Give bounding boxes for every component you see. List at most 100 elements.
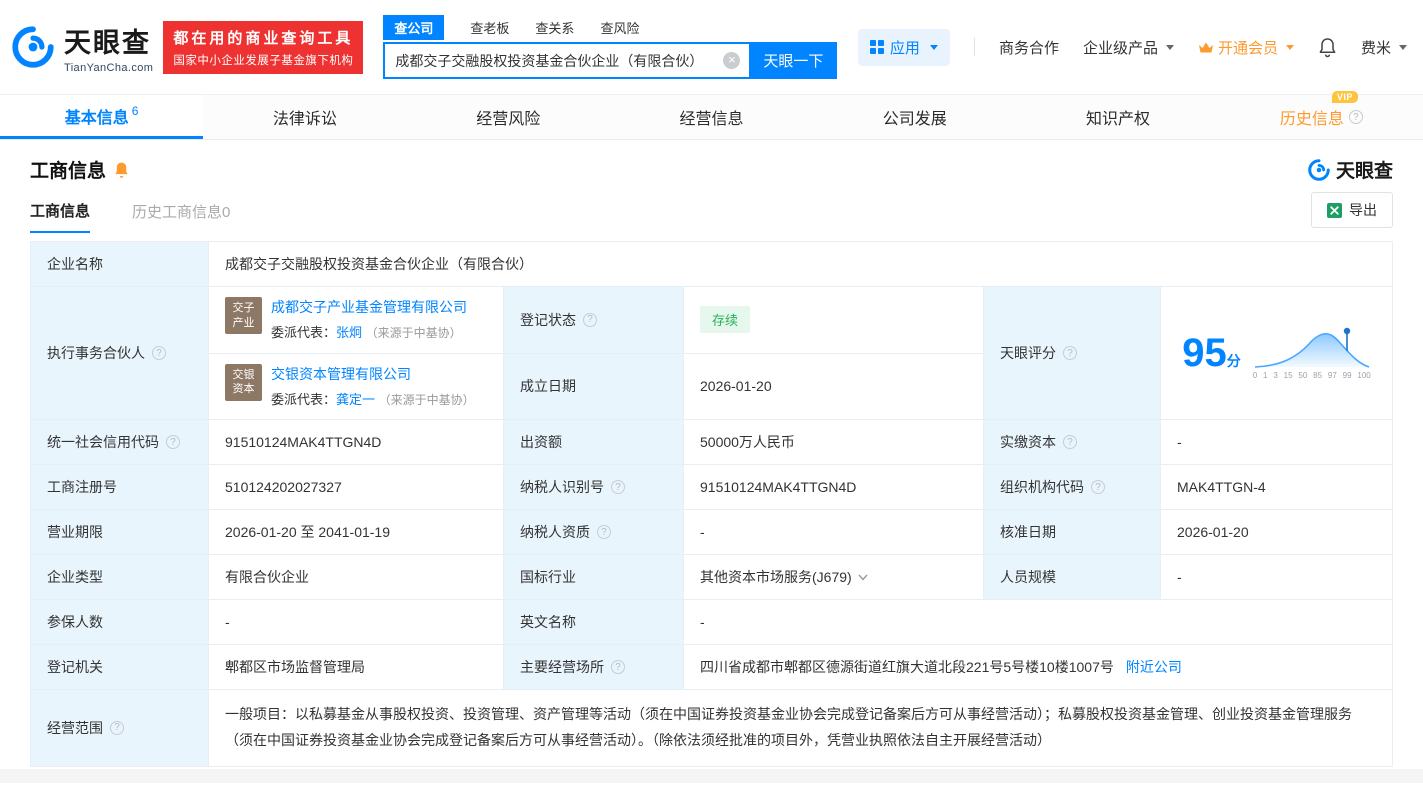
value-tax-qualification: - (684, 510, 984, 555)
page-bottom-strip (0, 769, 1423, 783)
subtab-business-info[interactable]: 工商信息 (30, 188, 90, 233)
help-icon[interactable] (597, 525, 611, 539)
page: 天眼查 TianYanCha.com 都在用的商业查询工具 国家中小企业发展子基… (0, 0, 1423, 802)
tab-legal-label: 法律诉讼 (273, 105, 337, 129)
score-axis-ticks: 0131550859799100 (1253, 371, 1371, 380)
partner-representative: 委派代表：龚定一 （来源于中基协） (271, 390, 475, 410)
vip-badge: VIP (1332, 91, 1358, 103)
help-icon[interactable] (1091, 480, 1105, 494)
nav-enterprise-products[interactable]: 企业级产品 (1083, 37, 1174, 58)
label-text: 登记状态 (520, 310, 576, 330)
subtab-history-business-info[interactable]: 历史工商信息0 (132, 189, 230, 232)
watermark-brand: 天眼查 (1307, 156, 1393, 183)
value-company-name: 成都交子交融股权投资基金合伙企业（有限合伙） (209, 242, 1393, 287)
help-icon[interactable] (110, 721, 124, 735)
help-icon[interactable] (152, 346, 166, 360)
export-button[interactable]: 导出 (1311, 192, 1393, 228)
help-icon[interactable] (1063, 346, 1077, 360)
label-text: 核准日期 (1000, 522, 1056, 542)
score-number: 95 (1182, 331, 1227, 375)
label-text: 执行事务合伙人 (47, 343, 145, 363)
label-paid-capital: 实缴资本 (984, 420, 1161, 465)
tab-intellectual-property[interactable]: 知识产权 (1016, 95, 1219, 139)
value-english-name: - (684, 600, 1393, 645)
tab-basic-info[interactable]: 基本信息 6 (0, 95, 203, 139)
search-button[interactable]: 天眼一下 (749, 42, 837, 79)
history-label-wrap: 历史信息 VIP (1280, 105, 1344, 129)
help-icon[interactable] (583, 313, 597, 327)
nav-open-vip[interactable]: 开通会员 (1198, 37, 1294, 58)
chevron-down-icon (1399, 45, 1407, 50)
nav-user-menu[interactable]: 费米 (1361, 37, 1407, 58)
help-icon[interactable] (1063, 435, 1077, 449)
rep-prefix: 委派代表： (271, 392, 336, 407)
label-industry: 国标行业 (504, 555, 684, 600)
rep-name-link[interactable]: 龚定一 (336, 392, 375, 407)
label-credit-code: 统一社会信用代码 (31, 420, 209, 465)
label-tax-qualification: 纳税人资质 (504, 510, 684, 555)
value-text: 91510124MAK4TTGN4D (700, 479, 856, 495)
section-title-text: 工商信息 (30, 156, 106, 183)
company-section-tabs: 基本信息 6 法律诉讼 经营风险 经营信息 公司发展 知识产权 历史信息 VIP (0, 94, 1423, 140)
partner-name-link[interactable]: 成都交子产业基金管理有限公司 (271, 299, 467, 315)
tab-operating-info[interactable]: 经营信息 (610, 95, 813, 139)
tab-company-development[interactable]: 公司发展 (813, 95, 1016, 139)
value-company-type: 有限合伙企业 (209, 555, 504, 600)
label-tianyan-score: 天眼评分 (984, 287, 1161, 420)
search-tab-relation[interactable]: 查关系 (535, 18, 574, 37)
partner-name-link[interactable]: 交银资本管理有限公司 (271, 366, 411, 382)
chevron-down-icon[interactable] (858, 574, 868, 581)
notification-bell-button[interactable] (1318, 37, 1337, 58)
banner-line1: 都在用的商业查询工具 (173, 27, 353, 48)
label-executive-partner: 执行事务合伙人 (31, 287, 209, 420)
label-org-code: 组织机构代码 (984, 465, 1161, 510)
partner-item: 交子 产业 成都交子产业基金管理有限公司 委派代表：张炯 （来源于中基协） (209, 287, 504, 354)
help-icon[interactable] (611, 660, 625, 674)
partner-logo-line2: 资本 (233, 382, 255, 396)
tianyancha-logo[interactable]: 天眼查 TianYanCha.com (10, 21, 153, 74)
value-text: 91510124MAK4TTGN4D (225, 434, 381, 450)
value-reg-number: 510124202027327 (209, 465, 504, 510)
partner-0: 交子 产业 成都交子产业基金管理有限公司 委派代表：张炯 （来源于中基协） (225, 297, 467, 343)
nearby-companies-link[interactable]: 附近公司 (1126, 657, 1182, 677)
scope-text: 一般项目：以私募基金从事股权投资、投资管理、资产管理等活动（须在中国证券投资基金… (225, 706, 1352, 748)
search-tab-boss[interactable]: 查老板 (470, 18, 509, 37)
chevron-down-icon (1166, 45, 1174, 50)
promo-banner: 都在用的商业查询工具 国家中小企业发展子基金旗下机构 (163, 21, 363, 74)
tab-development-label: 公司发展 (883, 105, 947, 129)
search-tab-company[interactable]: 查公司 (383, 15, 444, 40)
apps-grid-icon (870, 40, 884, 54)
section-header: 工商信息 天眼查 (0, 140, 1423, 187)
enterprise-label: 企业级产品 (1083, 37, 1158, 58)
label-staff-size: 人员规模 (984, 555, 1161, 600)
value-text: 其他资本市场服务(J679) (700, 567, 852, 587)
banner-line2: 国家中小企业发展子基金旗下机构 (173, 52, 353, 68)
tab-operating-risk[interactable]: 经营风险 (407, 95, 610, 139)
subscribe-bell-icon[interactable] (113, 161, 130, 179)
tianyancha-swirl-icon (10, 24, 56, 70)
apps-menu-button[interactable]: 应用 (858, 29, 950, 66)
tab-legal-proceedings[interactable]: 法律诉讼 (203, 95, 406, 139)
value-text: 2026-01-20 (700, 378, 772, 394)
tab-history-info[interactable]: 历史信息 VIP (1220, 95, 1423, 139)
value-text: 2026-01-20 (1177, 524, 1249, 540)
label-text: 出资额 (520, 432, 562, 452)
label-english-name: 英文名称 (504, 600, 684, 645)
rep-name-link[interactable]: 张炯 (336, 325, 362, 340)
watermark-brand-text: 天眼查 (1336, 156, 1393, 183)
partner-logo-line1: 交子 (233, 301, 255, 315)
username: 费米 (1361, 37, 1391, 58)
label-business-scope: 经营范围 (31, 690, 209, 767)
search-tab-risk[interactable]: 查风险 (600, 18, 639, 37)
help-icon[interactable] (166, 435, 180, 449)
label-text: 经营范围 (47, 718, 103, 738)
help-icon[interactable] (611, 480, 625, 494)
label-capital: 出资额 (504, 420, 684, 465)
logo-domain: TianYanCha.com (64, 62, 153, 74)
value-capital: 50000万人民币 (684, 420, 984, 465)
search-input[interactable] (383, 42, 749, 79)
label-approval-date: 核准日期 (984, 510, 1161, 555)
info-icon[interactable] (1349, 110, 1363, 124)
value-text: - (700, 524, 705, 540)
nav-business-cooperation[interactable]: 商务合作 (999, 37, 1059, 58)
